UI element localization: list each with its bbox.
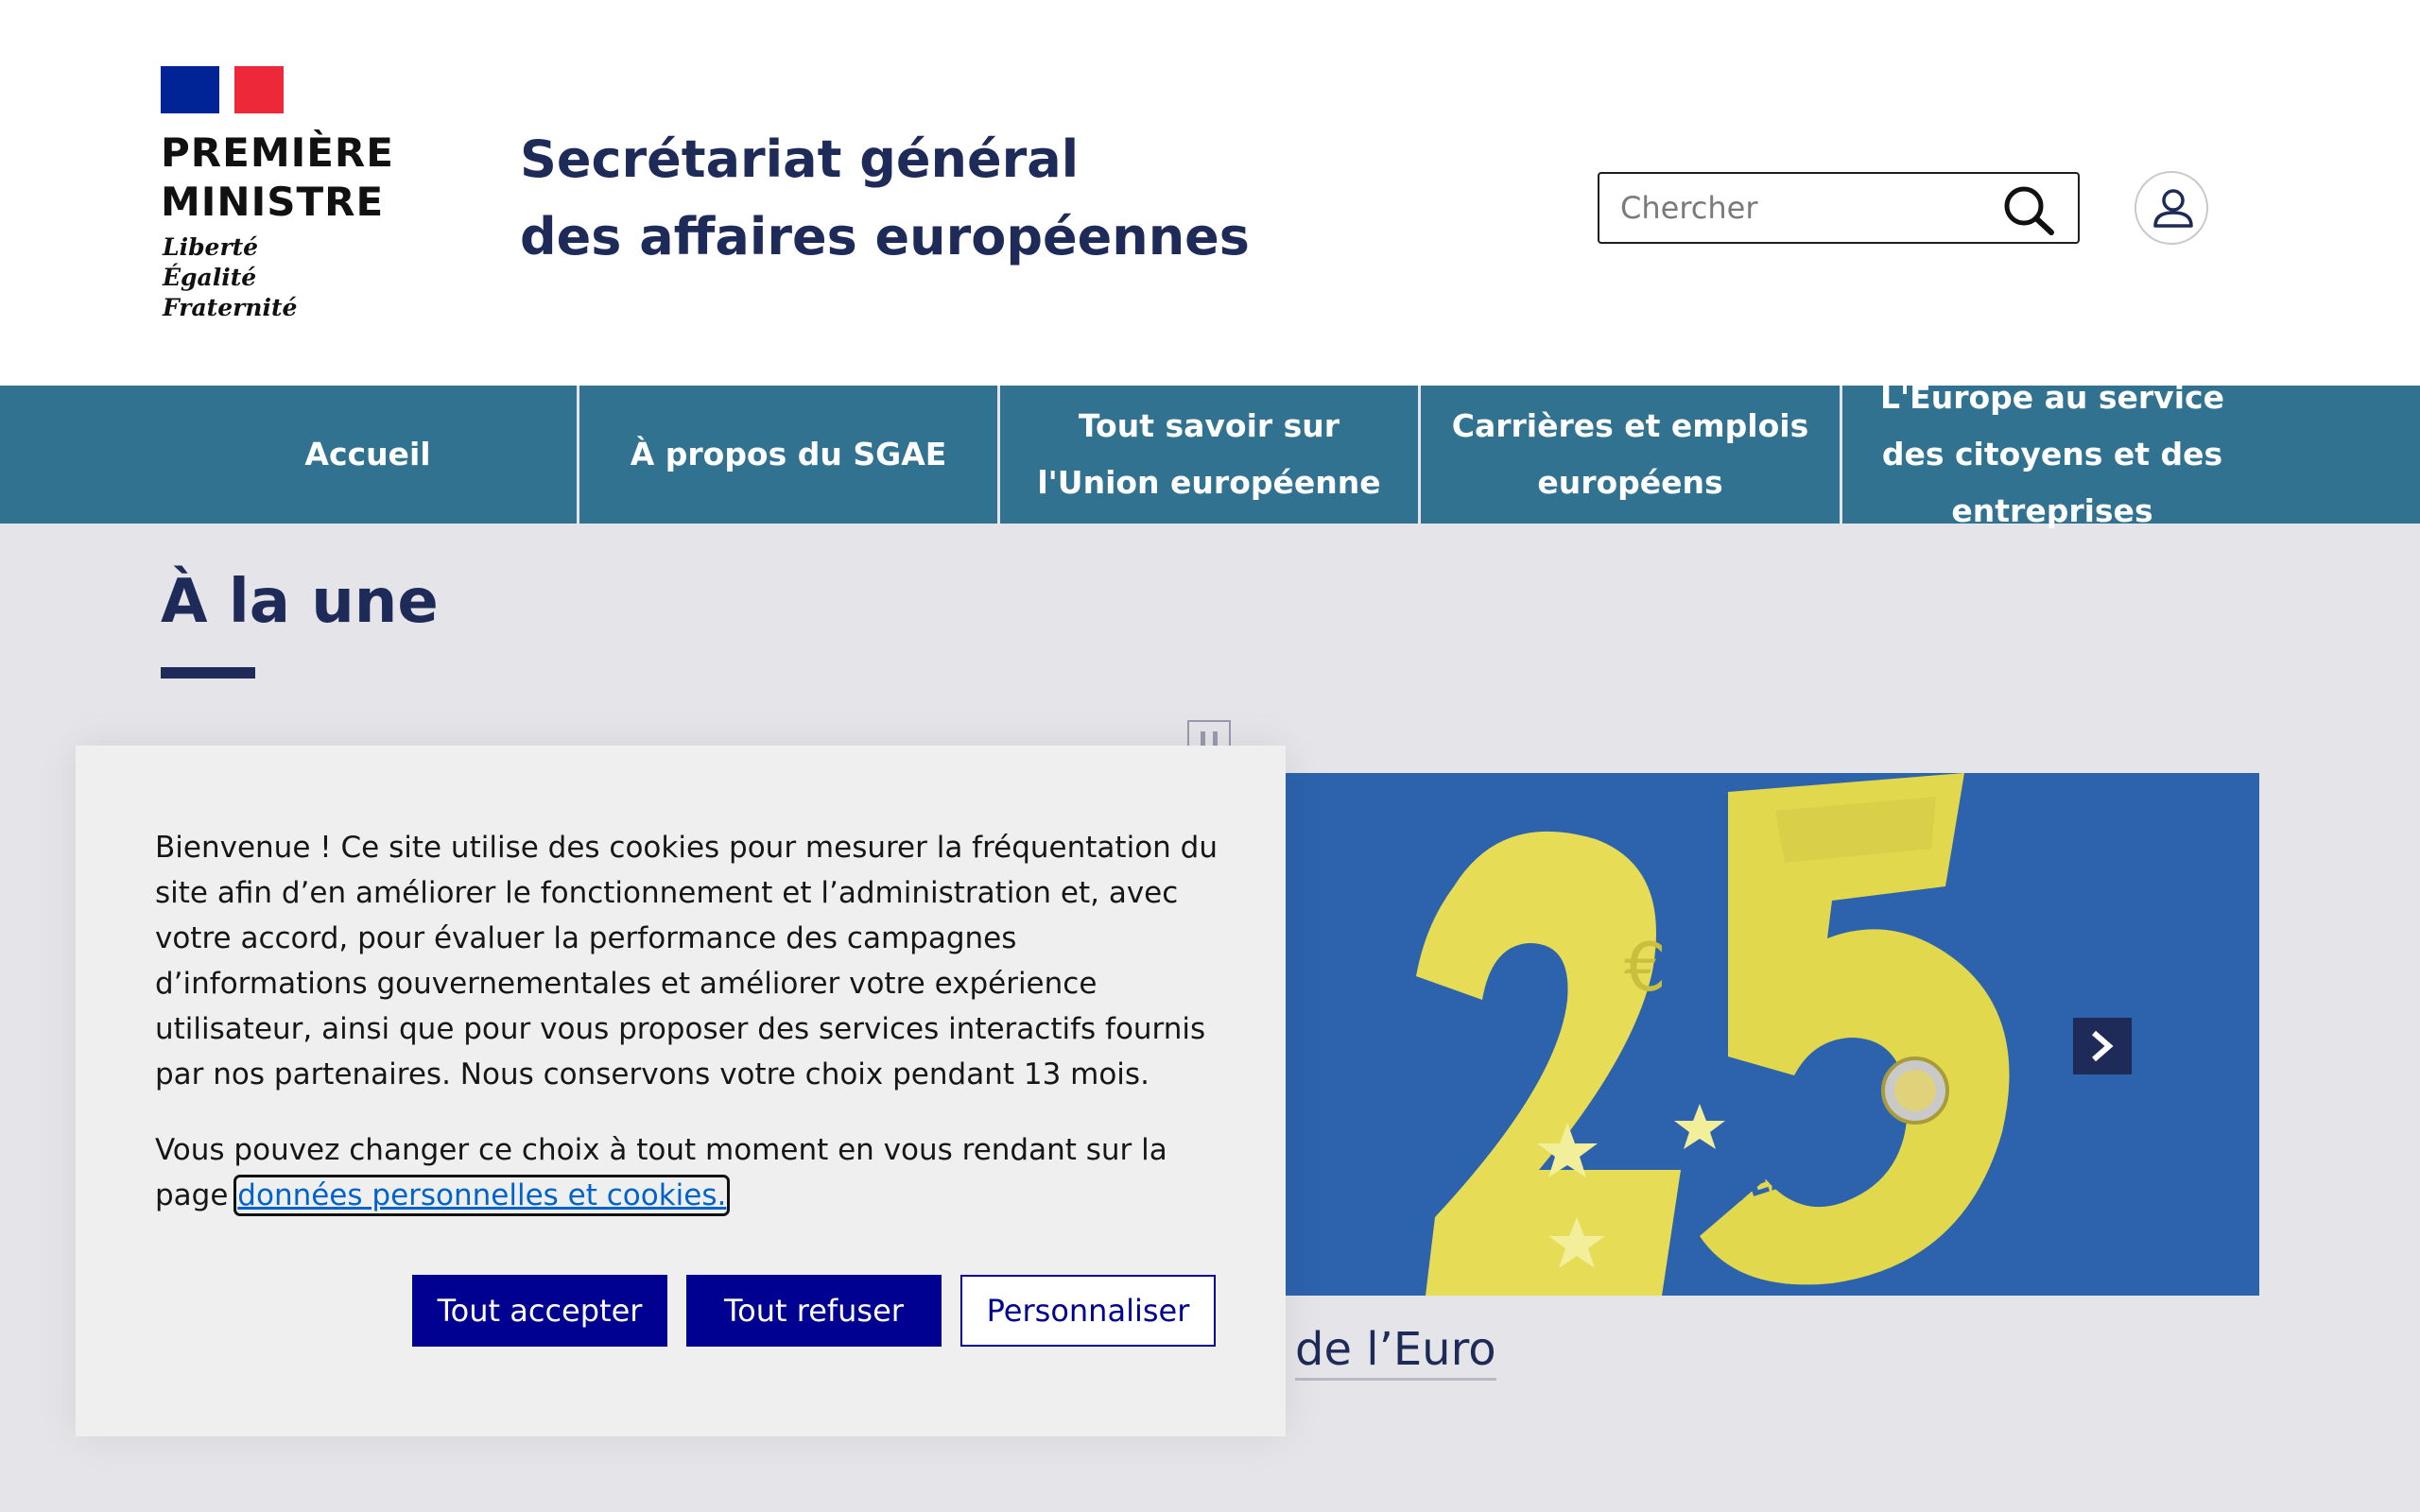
title-underline xyxy=(161,667,255,679)
site-title-line2: des affaires européennes xyxy=(520,207,1250,266)
section-title: À la une xyxy=(161,567,439,637)
search-icon[interactable] xyxy=(2000,183,2057,236)
accept-all-button[interactable]: Tout accepter xyxy=(412,1275,667,1347)
cookie-banner: Bienvenue ! Ce site utilise des cookies … xyxy=(76,746,1286,1436)
customize-button[interactable]: Personnaliser xyxy=(960,1275,1216,1347)
nav-item-carrieres[interactable]: Carrières et emplois européens xyxy=(1421,386,1840,524)
nav-item-citoyens-entreprises[interactable]: L'Europe au service des citoyens et des … xyxy=(1842,379,2262,529)
search-box xyxy=(1598,172,2080,244)
nav-item-union-europeenne[interactable]: Tout savoir sur l'Union européenne xyxy=(1000,386,1418,524)
premiere-ministre-logo[interactable]: PREMIÈRE MINISTRE Liberté Égalité Frater… xyxy=(161,66,406,331)
cookie-banner-text: Bienvenue ! Ce site utilise des cookies … xyxy=(155,831,1218,1091)
cookie-banner-text-2: Vous pouvez changer ce choix à tout mome… xyxy=(155,1127,1223,1218)
refuse-all-button[interactable]: Tout refuser xyxy=(686,1275,942,1347)
user-icon xyxy=(2153,189,2193,228)
site-header: PREMIÈRE MINISTRE Liberté Égalité Frater… xyxy=(0,0,2420,386)
nav-item-a-propos[interactable]: À propos du SGAE xyxy=(579,386,997,524)
carousel-caption-link[interactable]: de l’Euro xyxy=(1295,1321,1496,1381)
chevron-right-icon xyxy=(2092,1030,2114,1062)
site-title[interactable]: Secrétariat général des affaires europée… xyxy=(520,121,1250,276)
svg-text:€: € xyxy=(1624,929,1667,1006)
main-navigation: Accueil À propos du SGAE Tout savoir sur… xyxy=(0,379,2420,529)
carousel-next-button[interactable] xyxy=(2073,1018,2132,1074)
user-account-button[interactable] xyxy=(2135,171,2208,245)
cookie-policy-link[interactable]: données personnelles et cookies. xyxy=(233,1175,731,1216)
search-input[interactable] xyxy=(1620,187,1979,229)
french-flag-icon xyxy=(161,66,284,113)
nav-item-accueil[interactable]: Accueil xyxy=(159,386,577,524)
logo-motto: Liberté Égalité Fraternité xyxy=(163,233,298,321)
logo-title: PREMIÈRE MINISTRE xyxy=(161,129,394,225)
site-title-line1: Secrétariat général xyxy=(520,129,1080,189)
